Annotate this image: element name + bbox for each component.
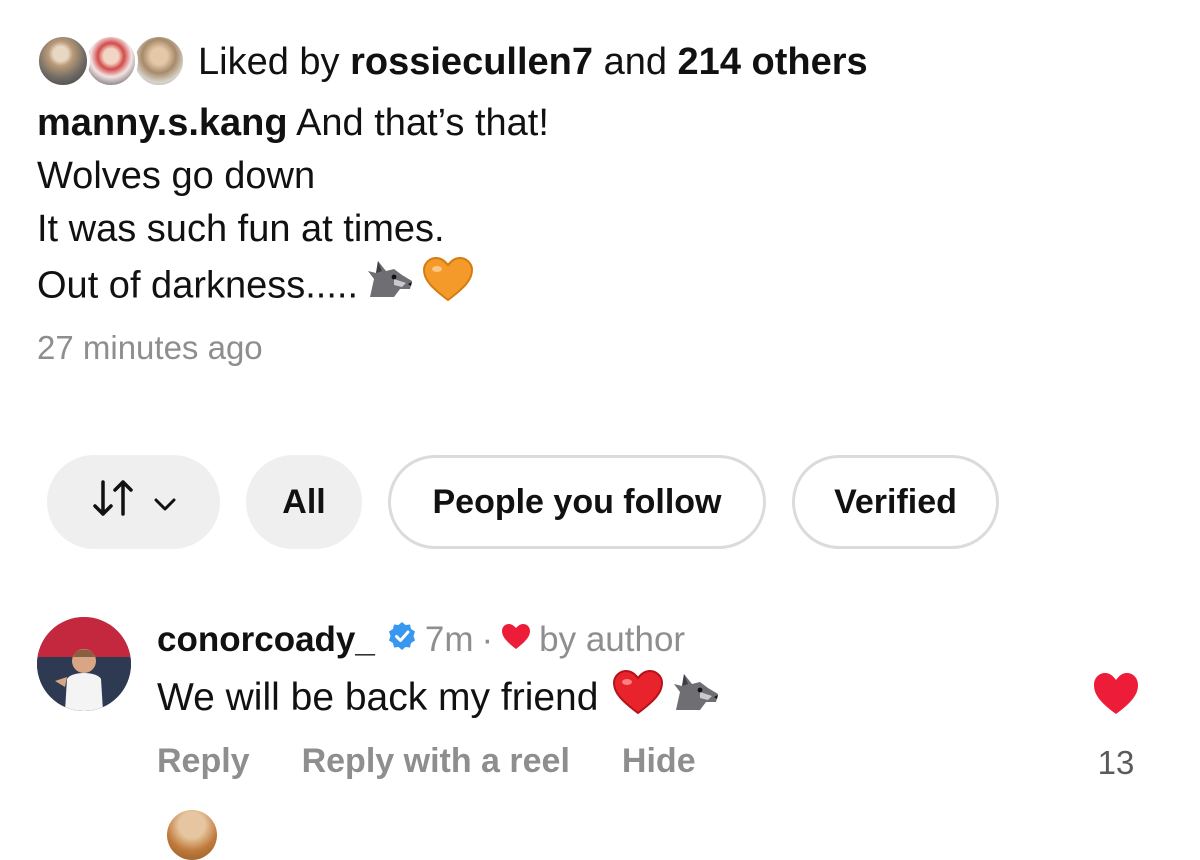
comment-like-count: 13 <box>1097 744 1135 781</box>
comment-actions: Reply Reply with a reel Hide <box>157 738 748 784</box>
hide-button[interactable]: Hide <box>622 742 696 781</box>
wolf-emoji-icon <box>364 257 416 318</box>
reply-with-reel-button[interactable]: Reply with a reel <box>302 742 570 781</box>
caption-text: And that’s that! <box>296 102 549 144</box>
liker-avatars[interactable] <box>36 32 188 92</box>
filter-all-chip[interactable]: All <box>246 455 362 549</box>
heart-icon <box>501 620 531 660</box>
caption-line: Wolves go down <box>37 155 316 197</box>
avatar <box>132 34 186 88</box>
reply-button[interactable]: Reply <box>157 742 250 781</box>
liked-by-text: Liked by rossiecullen7 and 214 others <box>198 32 868 92</box>
filter-people-you-follow-chip[interactable]: People you follow <box>388 455 766 549</box>
liked-by-others-link[interactable]: 214 others <box>678 41 868 83</box>
caption-line: It was such fun at times. <box>37 208 445 250</box>
avatar <box>36 34 90 88</box>
red-heart-emoji-icon <box>612 669 664 727</box>
comment-like-heart-icon[interactable] <box>1092 672 1140 720</box>
chevron-down-icon <box>153 483 177 522</box>
comment-body: We will be back my friend <box>157 676 599 719</box>
filter-verified-chip[interactable]: Verified <box>792 455 999 549</box>
caption-first-line: manny.s.kang And that’s that! <box>37 97 1167 150</box>
sort-arrows-icon <box>91 478 139 527</box>
liked-by-row[interactable]: Liked by rossiecullen7 and 214 others <box>36 32 868 92</box>
separator-dot: · <box>481 620 494 659</box>
post-timestamp: 27 minutes ago <box>37 329 263 366</box>
comment-time: 7m <box>424 620 474 659</box>
caption-text: Out of darkness..... <box>37 264 359 307</box>
liked-by-user-link[interactable]: rossiecullen7 <box>350 41 593 83</box>
liked-by-author-label: by author <box>539 620 686 659</box>
avatar <box>167 810 217 860</box>
liked-by-connector: and <box>603 41 667 83</box>
comment-filters: All People you follow Verified <box>47 455 1025 549</box>
liked-by-prefix: Liked by <box>198 41 340 83</box>
comment-username-link[interactable]: conorcoady_ <box>157 620 375 660</box>
caption-username-link[interactable]: manny.s.kang <box>37 102 288 144</box>
comment-avatar[interactable] <box>37 617 131 711</box>
avatar <box>84 34 138 88</box>
comment-text: We will be back my friend <box>157 669 722 727</box>
sort-button[interactable] <box>47 455 220 549</box>
orange-heart-emoji-icon <box>422 256 474 319</box>
caption-last-line: Out of darkness..... <box>37 256 1167 319</box>
verified-badge-icon <box>387 620 417 660</box>
comment-header: conorcoady_ 7m · by author <box>157 615 685 665</box>
post-caption: manny.s.kang And that’s that! Wolves go … <box>37 97 1167 319</box>
wolf-emoji-icon <box>670 670 722 726</box>
